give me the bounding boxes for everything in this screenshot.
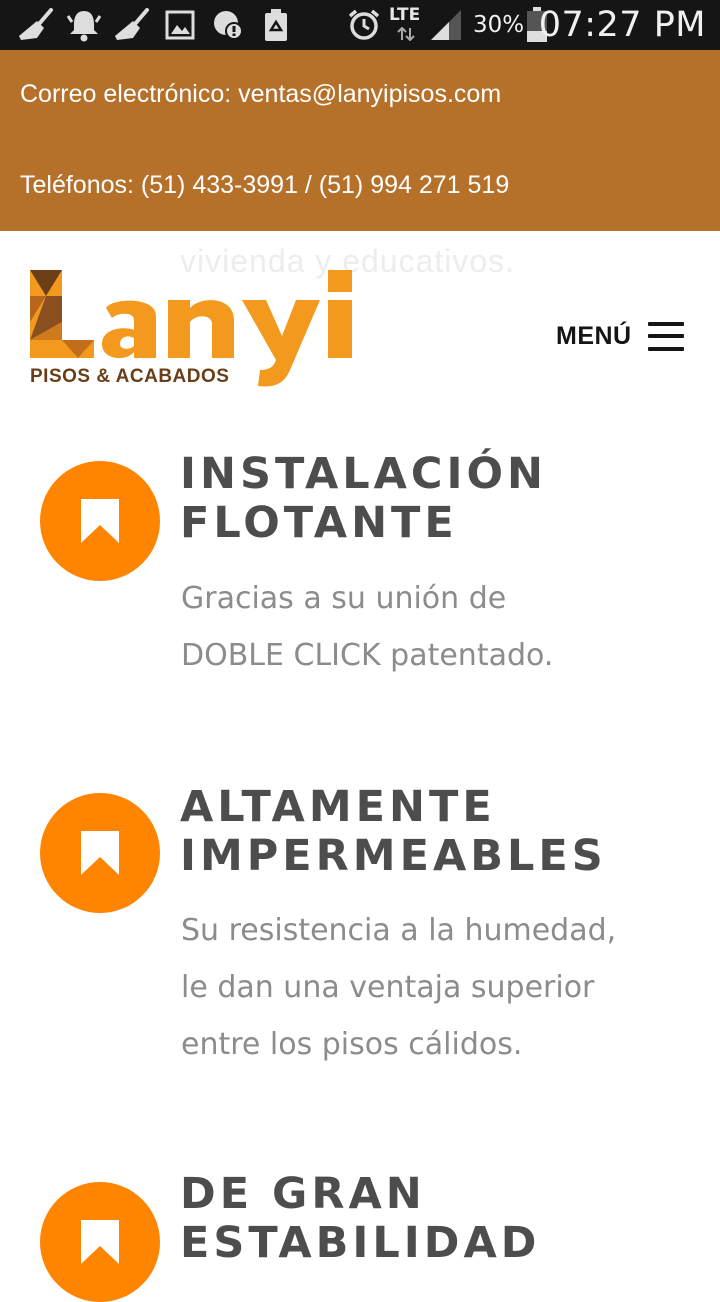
feature-title: ESTABILIDAD [180, 1218, 541, 1268]
menu-button[interactable]: MENÚ [556, 316, 684, 356]
contact-email[interactable]: Correo electrónico: ventas@lanyipisos.co… [20, 80, 501, 109]
clock: 07:27 PM [538, 5, 706, 45]
alert-icon [210, 8, 246, 42]
bookmark-icon [40, 461, 160, 581]
hamburger-icon [647, 320, 684, 352]
alarm-icon [346, 8, 382, 42]
contact-phones[interactable]: Teléfonos: (51) 433-3991 / (51) 994 271 … [20, 171, 509, 200]
battery-percent: 30% [473, 12, 525, 38]
bookmark-icon [40, 1182, 160, 1302]
feature-title: FLOTANTE [180, 498, 458, 548]
network-type: LTE [389, 5, 421, 25]
feature-title: INSTALACIÓN [180, 449, 548, 499]
feature-title: DE GRAN [180, 1169, 426, 1219]
site-logo[interactable]: PISOS & ACABADOS [28, 266, 363, 394]
feature-description: entre los pisos cálidos. [181, 1027, 523, 1062]
bookmark-icon [40, 793, 160, 913]
feature-description: DOBLE CLICK patentado. [181, 638, 554, 673]
feature-title: IMPERMEABLES [180, 831, 607, 881]
menu-label: MENÚ [556, 321, 632, 350]
signal-icon [428, 8, 464, 42]
feature-description: le dan una ventaja superior [181, 970, 595, 1005]
broom-icon [16, 8, 56, 42]
logo-subtitle: PISOS & ACABADOS [30, 366, 230, 387]
feature-description: Su resistencia a la humedad, [181, 913, 617, 948]
data-arrows-icon [396, 26, 416, 42]
recycle-icon [262, 8, 290, 42]
broom-icon [112, 8, 152, 42]
feature-title: ALTAMENTE [180, 782, 496, 832]
feature-description: Gracias a su unión de [181, 581, 507, 616]
status-bar: LTE 30% 07:27 PM [0, 0, 720, 50]
bell-icon [64, 8, 104, 42]
image-icon [164, 8, 196, 42]
contact-bar: Correo electrónico: ventas@lanyipisos.co… [0, 50, 720, 231]
